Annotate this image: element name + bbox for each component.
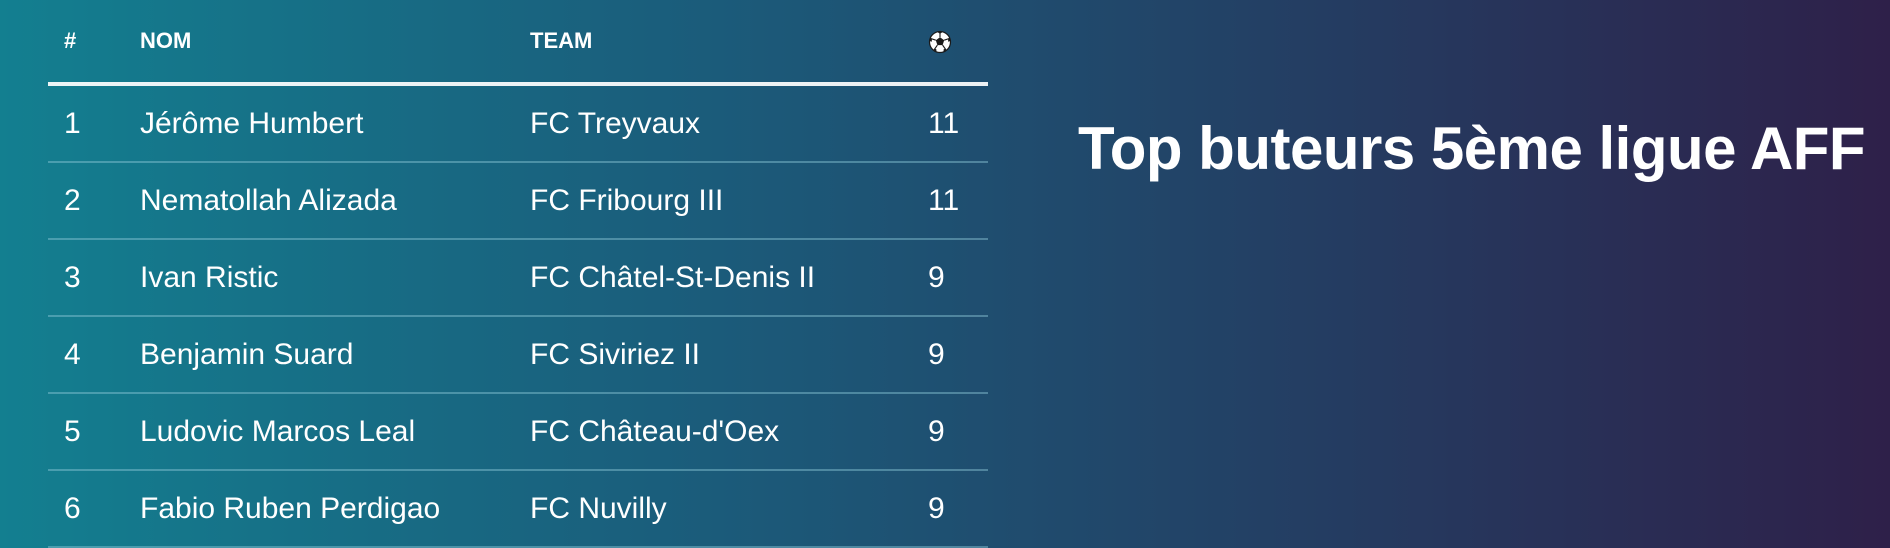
soccer-ball-icon [928,30,952,54]
row-goals: 9 [928,239,988,317]
row-team: FC Nuvilly [530,470,928,548]
row-team: FC Treyvaux [530,84,928,163]
row-rank: 6 [48,470,140,548]
table-body: 1 Jérôme Humbert FC Treyvaux 11 2 Nemato… [48,84,988,548]
row-player-name: Jérôme Humbert [140,84,530,163]
table-row: 3 Ivan Ristic FC Châtel-St-Denis II 9 [48,239,988,317]
row-goals: 9 [928,470,988,548]
table-row: 5 Ludovic Marcos Leal FC Château-d'Oex 9 [48,393,988,471]
top-scorers-table: # NOM TEAM 1 Jérôme Humbert FC Treyvaux … [48,0,988,548]
header-team: TEAM [530,0,928,86]
table-header: # NOM TEAM [48,0,988,86]
row-team: FC Fribourg III [530,162,928,240]
row-rank: 5 [48,393,140,471]
row-player-name: Ludovic Marcos Leal [140,393,530,471]
table-row: 4 Benjamin Suard FC Siviriez II 9 [48,316,988,394]
header-goals [928,0,988,86]
header-row: # NOM TEAM [48,0,988,86]
row-rank: 1 [48,84,140,163]
row-goals: 9 [928,316,988,394]
page-title: Top buteurs 5ème ligue AFF [1078,115,1866,182]
row-team: FC Siviriez II [530,316,928,394]
row-rank: 4 [48,316,140,394]
row-team: FC Château-d'Oex [530,393,928,471]
row-player-name: Fabio Ruben Perdigao [140,470,530,548]
row-goals: 11 [928,84,988,163]
header-name: NOM [140,0,530,86]
scorers-table-container: # NOM TEAM 1 Jérôme Humbert FC Treyvaux … [48,0,988,548]
row-team: FC Châtel-St-Denis II [530,239,928,317]
header-rank: # [48,0,140,86]
row-goals: 9 [928,393,988,471]
row-rank: 3 [48,239,140,317]
row-rank: 2 [48,162,140,240]
table-row: 1 Jérôme Humbert FC Treyvaux 11 [48,84,988,163]
table-row: 2 Nematollah Alizada FC Fribourg III 11 [48,162,988,240]
row-goals: 11 [928,162,988,240]
table-row: 6 Fabio Ruben Perdigao FC Nuvilly 9 [48,470,988,548]
row-player-name: Benjamin Suard [140,316,530,394]
row-player-name: Ivan Ristic [140,239,530,317]
row-player-name: Nematollah Alizada [140,162,530,240]
